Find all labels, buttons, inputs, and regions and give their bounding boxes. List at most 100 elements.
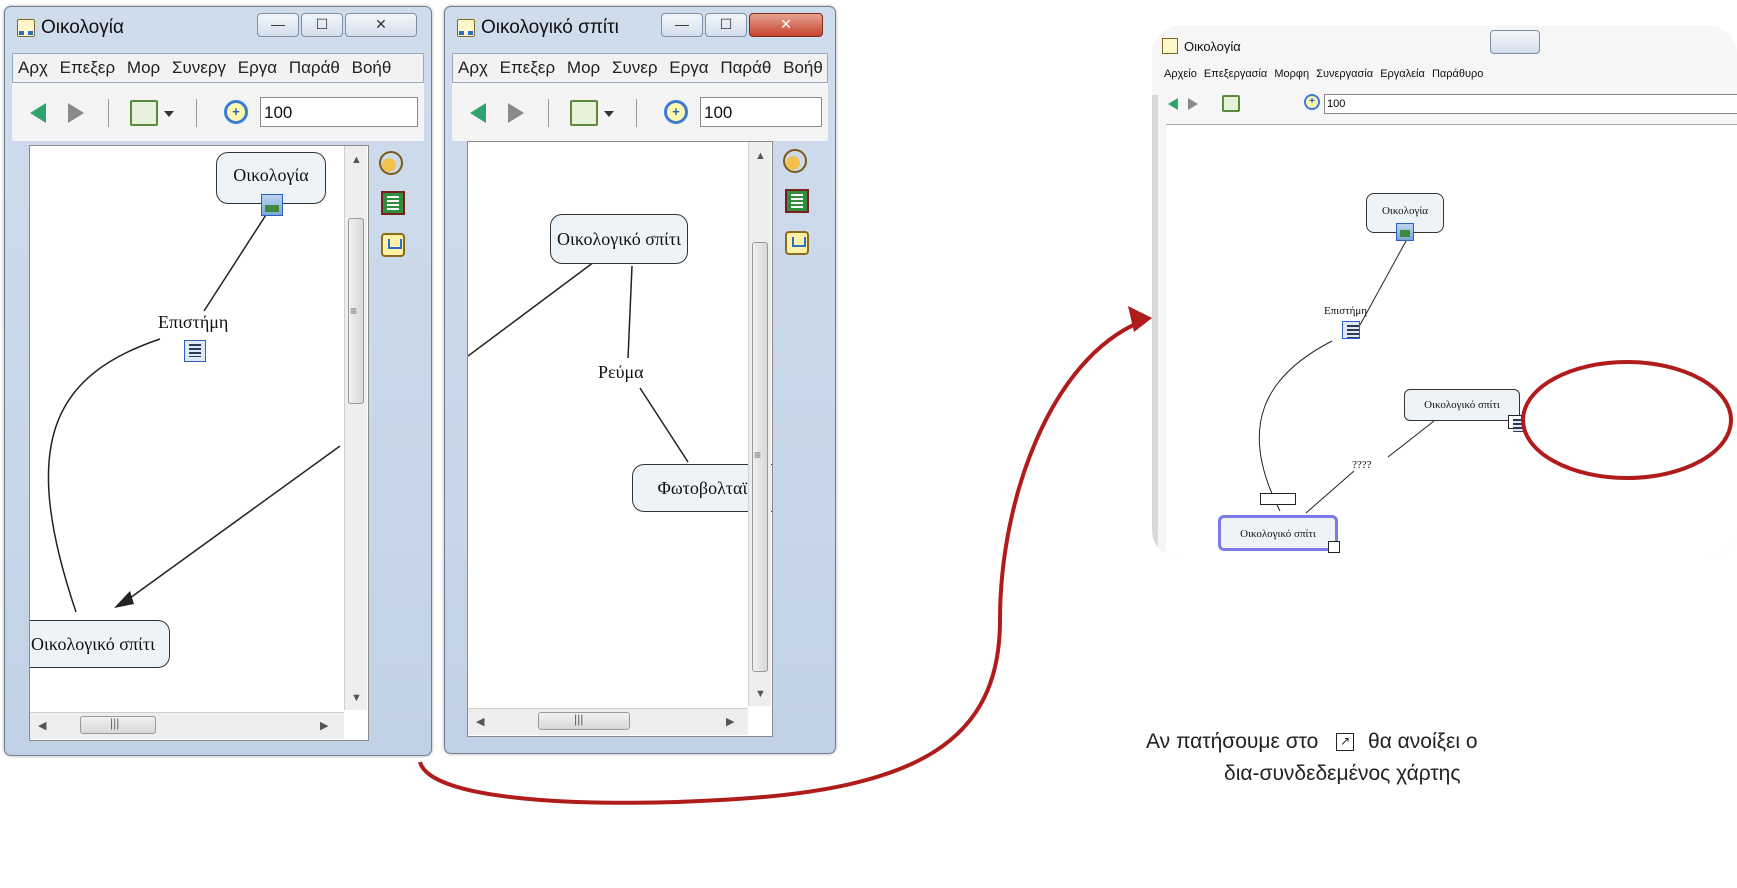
scroll-grip: ≡ — [754, 448, 762, 462]
link-label-reuma[interactable]: Ρεύμα — [598, 362, 644, 383]
menu-tools[interactable]: Εργα — [669, 58, 708, 77]
scrollbar-track — [1152, 95, 1158, 558]
map-canvas[interactable]: Οικολογικό σπίτι Ρεύμα Φωτοβολταϊ ▲ ≡ ▼ … — [467, 141, 773, 737]
vertical-scrollbar[interactable]: ▲ ≡ ▼ — [748, 142, 771, 706]
toolbar: + 100 — [1166, 90, 1737, 120]
menu-edit[interactable]: Επεξερ — [500, 58, 556, 77]
image-resource-icon[interactable] — [261, 194, 283, 216]
resources-icon[interactable] — [381, 191, 405, 215]
menu-tools: Εργαλεία — [1380, 68, 1425, 80]
zoom-field[interactable]: 100 — [700, 97, 822, 127]
scroll-up-arrow[interactable]: ▲ — [755, 150, 766, 162]
menu-format[interactable]: Μορ — [567, 58, 600, 77]
vertical-scrollbar[interactable]: ▲ ≡ ▼ — [344, 146, 367, 710]
forward-arrow-icon[interactable] — [68, 103, 84, 123]
close-button[interactable]: ✕ — [345, 13, 417, 37]
map-canvas: Οικολογία Επιστήμη Οικολογικό σπίτι ????… — [1152, 95, 1737, 558]
menu-collaboration[interactable]: Συνερ — [612, 58, 658, 77]
title-bar[interactable]: Οικολογία — ☐ ✕ — [5, 7, 431, 47]
forward-arrow-icon[interactable] — [508, 103, 524, 123]
menu-collaboration[interactable]: Συνεργ — [172, 58, 226, 77]
menu-help[interactable]: Βοήθ — [352, 58, 392, 77]
caption-text-after: θα ανοίξει ο — [1368, 730, 1478, 753]
zoom-icon[interactable]: + — [224, 100, 248, 124]
window-oikologia: Οικολογία — ☐ ✕ Αρχ Επεξερ Μορ Συνεργ Ερ… — [4, 6, 432, 756]
back-arrow-icon — [1168, 98, 1178, 110]
maximize-button[interactable]: ☐ — [705, 13, 747, 37]
scroll-right-arrow[interactable]: ▶ — [320, 719, 328, 732]
window-oikologiko-spiti: Οικολογικό σπίτι — ☐ ✕ Αρχ Επεξερ Μορ Συ… — [444, 6, 836, 754]
document-resource-icon[interactable] — [184, 340, 206, 362]
menu-format: Μορφη — [1274, 68, 1310, 80]
minimize-button[interactable]: — — [661, 13, 703, 37]
resources-icon[interactable] — [785, 189, 809, 213]
menu-file[interactable]: Αρχ — [18, 58, 48, 77]
scroll-grip: ≡ — [350, 304, 358, 318]
toolbar-separator — [196, 99, 197, 127]
scroll-down-arrow[interactable]: ▼ — [755, 688, 766, 700]
minimize-button[interactable]: — — [257, 13, 299, 37]
nested-map-link-icon — [1508, 415, 1525, 432]
styles-palette-icon[interactable] — [379, 151, 403, 175]
view-options-icon[interactable] — [570, 100, 598, 126]
forward-arrow-icon — [1188, 98, 1198, 110]
caption-text-before: Αν πατήσουμε στο — [1146, 730, 1319, 753]
chevron-down-icon[interactable] — [604, 111, 614, 117]
connection-lines — [1258, 240, 1435, 514]
title-bar[interactable]: Οικολογικό σπίτι — ☐ ✕ — [445, 7, 835, 47]
zoom-icon[interactable]: + — [664, 100, 688, 124]
maximize-button[interactable]: ☐ — [301, 13, 343, 37]
toolbar-separator — [548, 99, 549, 127]
scroll-left-arrow[interactable]: ◀ — [476, 715, 484, 728]
document-resource-icon — [1342, 321, 1360, 339]
scroll-grip: ||| — [574, 712, 584, 726]
menu-window[interactable]: Παράθ — [720, 58, 771, 77]
cmap-views-icon[interactable] — [381, 233, 405, 257]
window-title: Οικολογία — [41, 17, 124, 38]
zoom-field[interactable]: 100 — [260, 97, 418, 127]
styles-palette-icon[interactable] — [783, 149, 807, 173]
menu-file: Αρχείο — [1164, 68, 1197, 80]
caption-line-2: δια-συνδεδεμένος χάρτης — [1224, 762, 1461, 785]
scroll-up-arrow[interactable]: ▲ — [351, 154, 362, 166]
menu-help[interactable]: Βοήθ — [783, 58, 823, 77]
menu-format[interactable]: Μορ — [127, 58, 160, 77]
concept-oikologiko-spiti-selected: Οικολογικό σπίτι — [1218, 515, 1338, 551]
minimize-button — [1490, 30, 1540, 54]
horizontal-scrollbar[interactable]: ◀ ||| ▶ — [30, 712, 344, 739]
cmap-views-icon[interactable] — [785, 231, 809, 255]
map-canvas[interactable]: Οικολογία Επιστήμη Οικολογικό σπίτι ▲ ≡ … — [29, 145, 369, 741]
scroll-left-arrow[interactable]: ◀ — [38, 719, 46, 732]
concept-oikologiko-spiti[interactable]: Οικολογικό σπίτι — [550, 214, 688, 264]
scroll-thumb[interactable] — [538, 712, 630, 730]
menu-file[interactable]: Αρχ — [458, 58, 488, 77]
window-title: Οικολογία — [1184, 39, 1241, 54]
menu-bar: Αρχ Επεξερ Μορ Συνερ Εργα Παράθ Βοήθ — [452, 53, 828, 83]
close-button[interactable]: ✕ — [749, 13, 823, 37]
menu-window[interactable]: Παράθ — [289, 58, 340, 77]
link-label-episthmh[interactable]: Επιστήμη — [158, 312, 228, 333]
menu-tools[interactable]: Εργα — [238, 58, 277, 77]
scroll-down-arrow[interactable]: ▼ — [351, 692, 362, 704]
menu-bar: Αρχείο Επεξεργασία Μορφη Συνεργασία Εργα… — [1164, 68, 1737, 80]
chevron-down-icon[interactable] — [164, 111, 174, 117]
link-label-episthmh: Επιστήμη — [1324, 305, 1367, 317]
zoom-field: 100 — [1324, 94, 1737, 114]
back-arrow-icon[interactable] — [470, 103, 486, 123]
nested-map-link-icon — [1328, 541, 1340, 553]
nested-map-screenshot: Οικολογία Αρχείο Επεξεργασία Μορφη Συνερ… — [1152, 26, 1737, 558]
menu-collaboration: Συνεργασία — [1316, 68, 1374, 80]
cmaptools-app-icon — [457, 19, 475, 37]
view-options-icon[interactable] — [130, 100, 158, 126]
zoom-icon: + — [1304, 94, 1320, 110]
cmaptools-app-icon — [1162, 38, 1178, 54]
menu-window: Παράθυρο — [1431, 68, 1484, 80]
back-arrow-icon[interactable] — [30, 103, 46, 123]
view-options-icon — [1222, 95, 1240, 112]
toolbar: + 100 — [12, 83, 424, 141]
horizontal-scrollbar[interactable]: ◀ ||| ▶ — [468, 708, 748, 735]
scroll-right-arrow[interactable]: ▶ — [726, 715, 734, 728]
concept-oikologiko-spiti[interactable]: Οικολογικό σπίτι — [30, 620, 170, 668]
menu-edit[interactable]: Επεξερ — [60, 58, 116, 77]
nested-map-link-icon: ↗ — [1336, 733, 1355, 752]
